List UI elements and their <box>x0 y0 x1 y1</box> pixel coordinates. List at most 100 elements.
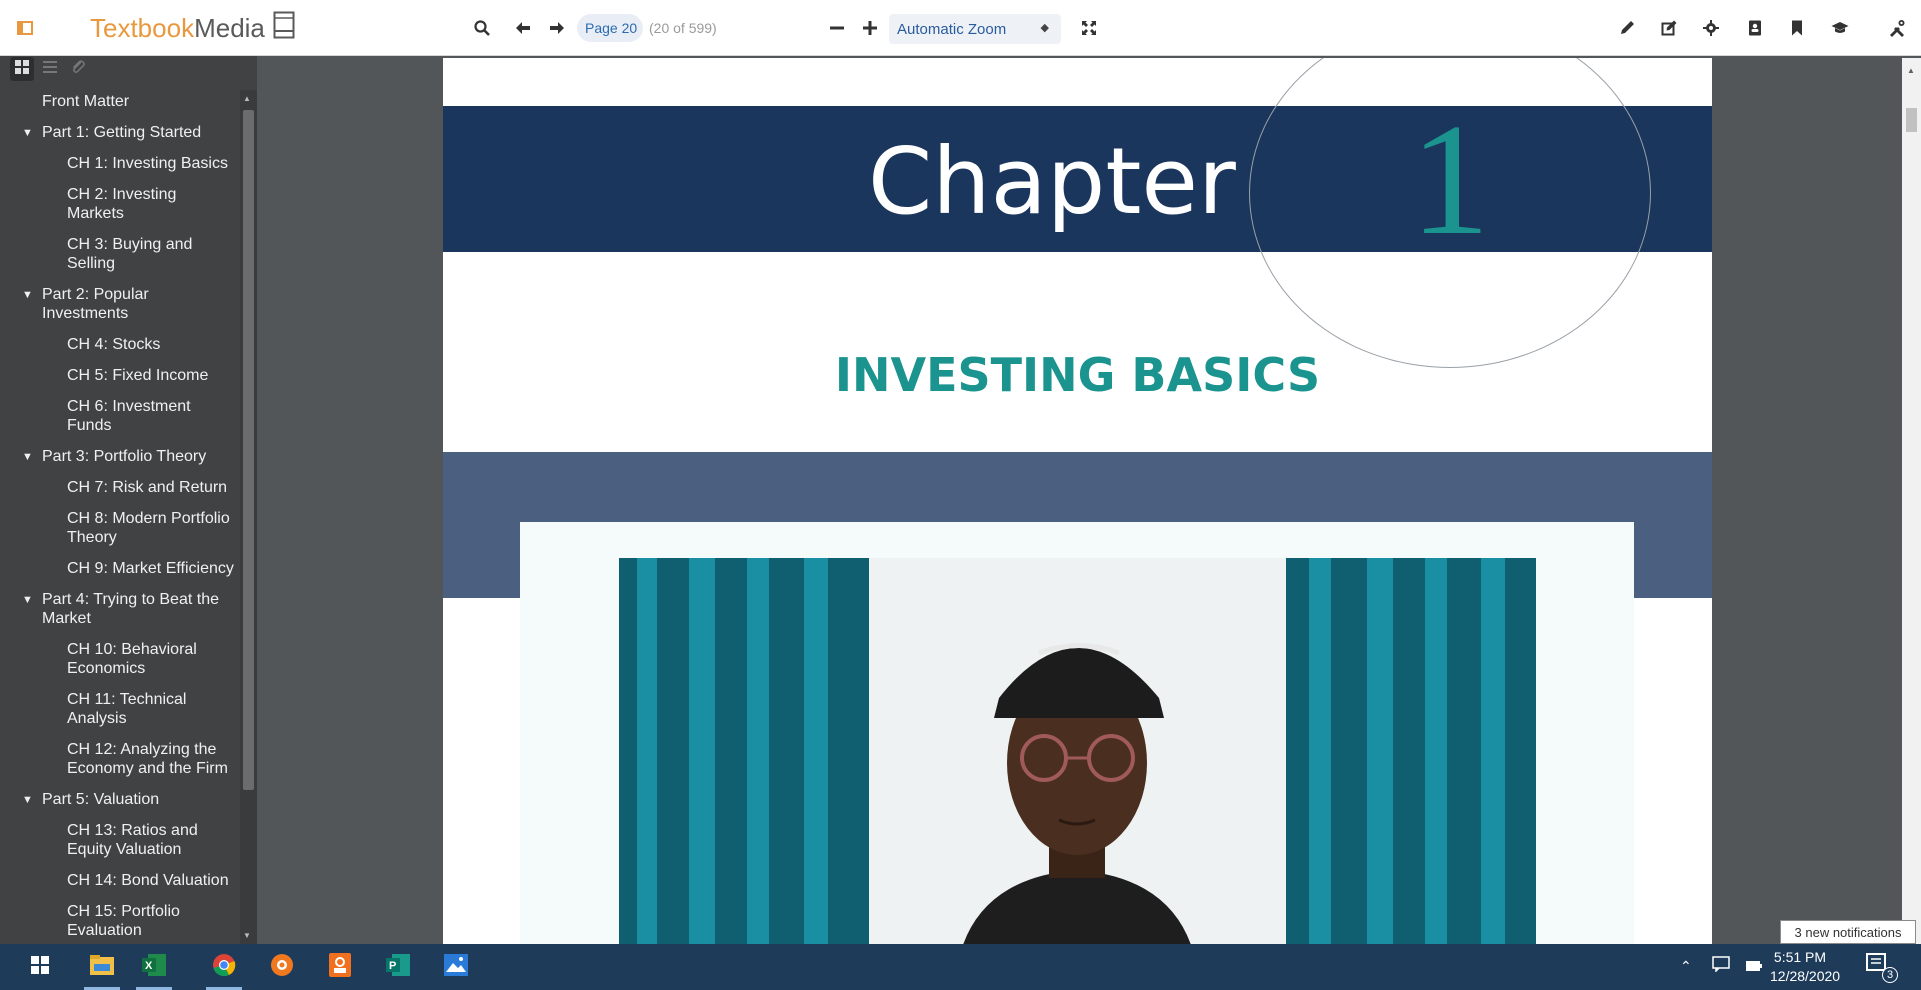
arrow-right-icon <box>549 21 565 35</box>
expand-triangle-icon[interactable]: ▼ <box>22 791 33 810</box>
toolbar: TextbookMedia (20 of 599) Automatic Zoom… <box>0 0 1921 56</box>
page-number-input[interactable] <box>577 14 643 42</box>
taskbar-file-explorer[interactable] <box>76 944 128 990</box>
file-explorer-icon <box>90 954 114 980</box>
outline-part[interactable]: ▼ Part 3: Portfolio Theory <box>0 447 240 466</box>
outline-item[interactable]: Front Matter <box>0 92 240 111</box>
outline-label: CH 10: Behavioral Economics <box>67 641 197 677</box>
outline-part[interactable]: ▼ Part 2: Popular Investments <box>0 285 240 323</box>
pen-button[interactable] <box>1610 11 1644 45</box>
outline-chapter[interactable]: CH 10: Behavioral Economics <box>0 640 240 678</box>
outline-tree: Front Matter ▼ Part 1: Getting Started CH 1… <box>0 92 240 952</box>
sidebar-scrollbar-thumb[interactable] <box>243 110 254 790</box>
list-icon <box>42 59 58 80</box>
expand-triangle-icon[interactable]: ▼ <box>22 286 33 305</box>
windows-taskbar: X P ⌃ 5:51 PM 12/28/2020 3 <box>0 944 1921 990</box>
taskbar-excel[interactable]: X <box>128 944 180 990</box>
start-button[interactable] <box>14 944 66 990</box>
outline-chapter[interactable]: CH 2: Investing Markets <box>0 185 240 223</box>
scroll-up-icon[interactable]: ▲ <box>243 94 251 103</box>
minus-icon <box>830 21 844 35</box>
outline-chapter[interactable]: CH 14: Bond Valuation <box>0 871 240 890</box>
chapter-number: 1 <box>1410 90 1490 268</box>
action-center-button[interactable]: 3 <box>1866 953 1898 983</box>
svg-text:X: X <box>145 960 153 972</box>
outline-chapter[interactable]: CH 6: Investment Funds <box>0 397 240 435</box>
excel-icon: X <box>142 953 166 981</box>
outline-chapter[interactable]: CH 4: Stocks <box>0 335 240 354</box>
logo-text-textbook: Textbook <box>90 12 195 43</box>
graduation-cap-button[interactable] <box>1823 11 1857 45</box>
attachments-tab[interactable] <box>66 57 90 81</box>
settings-button[interactable] <box>1694 11 1728 45</box>
taskbar-publisher[interactable]: P <box>372 944 424 990</box>
expand-triangle-icon[interactable]: ▼ <box>22 124 33 143</box>
tray-message-icon[interactable] <box>1712 956 1730 977</box>
taskbar-photos[interactable] <box>430 944 482 990</box>
outline-part[interactable]: ▼ Part 5: Valuation <box>0 790 240 809</box>
outline-tab[interactable] <box>38 57 62 81</box>
fullscreen-button[interactable] <box>1072 11 1106 45</box>
outline-chapter[interactable]: CH 12: Analyzing the Economy and the Fir… <box>0 740 240 778</box>
app-orange-2-icon <box>329 952 351 982</box>
zoom-out-button[interactable] <box>820 11 854 45</box>
scroll-up-icon[interactable]: ▲ <box>1907 66 1915 75</box>
page-count: (20 of 599) <box>649 20 717 36</box>
contact-book-icon <box>1747 20 1763 36</box>
chapter-photo <box>619 558 1536 944</box>
sidebar-toggle-icon <box>17 21 33 35</box>
photos-icon <box>444 953 468 981</box>
grid-icon <box>14 59 30 80</box>
thumbnails-tab[interactable] <box>10 57 34 81</box>
document-scrollbar[interactable]: ▲ <box>1902 58 1921 944</box>
publisher-icon: P <box>386 953 410 981</box>
notification-toast[interactable]: 3 new notifications <box>1780 920 1916 944</box>
outline-chapter[interactable]: CH 1: Investing Basics <box>0 154 240 173</box>
expand-triangle-icon[interactable]: ▼ <box>22 591 33 610</box>
tray-chevron-up-icon[interactable]: ⌃ <box>1680 958 1692 975</box>
taskbar-clock[interactable]: 5:51 PM 12/28/2020 <box>1770 948 1841 986</box>
outline-label: CH 4: Stocks <box>67 336 161 353</box>
outline-chapter[interactable]: CH 8: Modern Portfolio Theory <box>0 509 240 547</box>
previous-page-button[interactable] <box>506 11 540 45</box>
outline-chapter[interactable]: CH 3: Buying and Selling <box>0 235 240 273</box>
next-page-button[interactable] <box>540 11 574 45</box>
zoom-select[interactable]: Automatic Zoom ◆ <box>889 14 1061 44</box>
zoom-in-button[interactable] <box>853 11 887 45</box>
expand-icon <box>1081 20 1097 36</box>
tools-button[interactable] <box>1880 11 1914 45</box>
scroll-down-icon[interactable]: ▼ <box>243 931 251 940</box>
outline-part[interactable]: ▼ Part 1: Getting Started <box>0 123 240 142</box>
chapter-title: INVESTING BASICS <box>834 348 1321 402</box>
outline-label: CH 15: Portfolio Evaluation <box>67 903 180 939</box>
search-button[interactable] <box>465 11 499 45</box>
tray-battery-icon[interactable] <box>1745 959 1763 977</box>
app-logo: Textbook Media <box>90 0 295 56</box>
sidebar-toggle-button[interactable] <box>8 11 42 45</box>
chrome-icon <box>212 953 236 982</box>
outline-chapter[interactable]: CH 5: Fixed Income <box>0 366 240 385</box>
outline-label: CH 9: Market Efficiency <box>67 560 234 577</box>
select-caret-icon: ◆ <box>1040 22 1049 34</box>
outline-part[interactable]: ▼ Part 4: Trying to Beat the Market <box>0 590 240 628</box>
edit-button[interactable] <box>1652 11 1686 45</box>
taskbar-app-orange[interactable] <box>256 944 308 990</box>
outline-label: CH 8: Modern Portfolio Theory <box>67 510 230 546</box>
outline-chapter[interactable]: CH 7: Risk and Return <box>0 478 240 497</box>
sidebar-scrollbar[interactable]: ▲ ▼ <box>240 90 257 944</box>
expand-triangle-icon[interactable]: ▼ <box>22 448 33 467</box>
contacts-button[interactable] <box>1738 11 1772 45</box>
clock-date: 12/28/2020 <box>1770 968 1841 984</box>
outline-chapter[interactable]: CH 11: Technical Analysis <box>0 690 240 728</box>
document-scrollbar-thumb[interactable] <box>1906 108 1917 132</box>
outline-label: Part 5: Valuation <box>42 791 160 808</box>
outline-label: CH 6: Investment Funds <box>67 398 191 434</box>
outline-chapter[interactable]: CH 13: Ratios and Equity Valuation <box>0 821 240 859</box>
search-icon <box>474 20 490 36</box>
outline-chapter[interactable]: CH 9: Market Efficiency <box>0 559 240 578</box>
taskbar-chrome[interactable] <box>198 944 250 990</box>
taskbar-app-orange-2[interactable] <box>314 944 366 990</box>
bookmark-button[interactable] <box>1780 11 1814 45</box>
outline-chapter[interactable]: CH 15: Portfolio Evaluation <box>0 902 240 940</box>
chapter-word: Chapter <box>868 128 1236 235</box>
